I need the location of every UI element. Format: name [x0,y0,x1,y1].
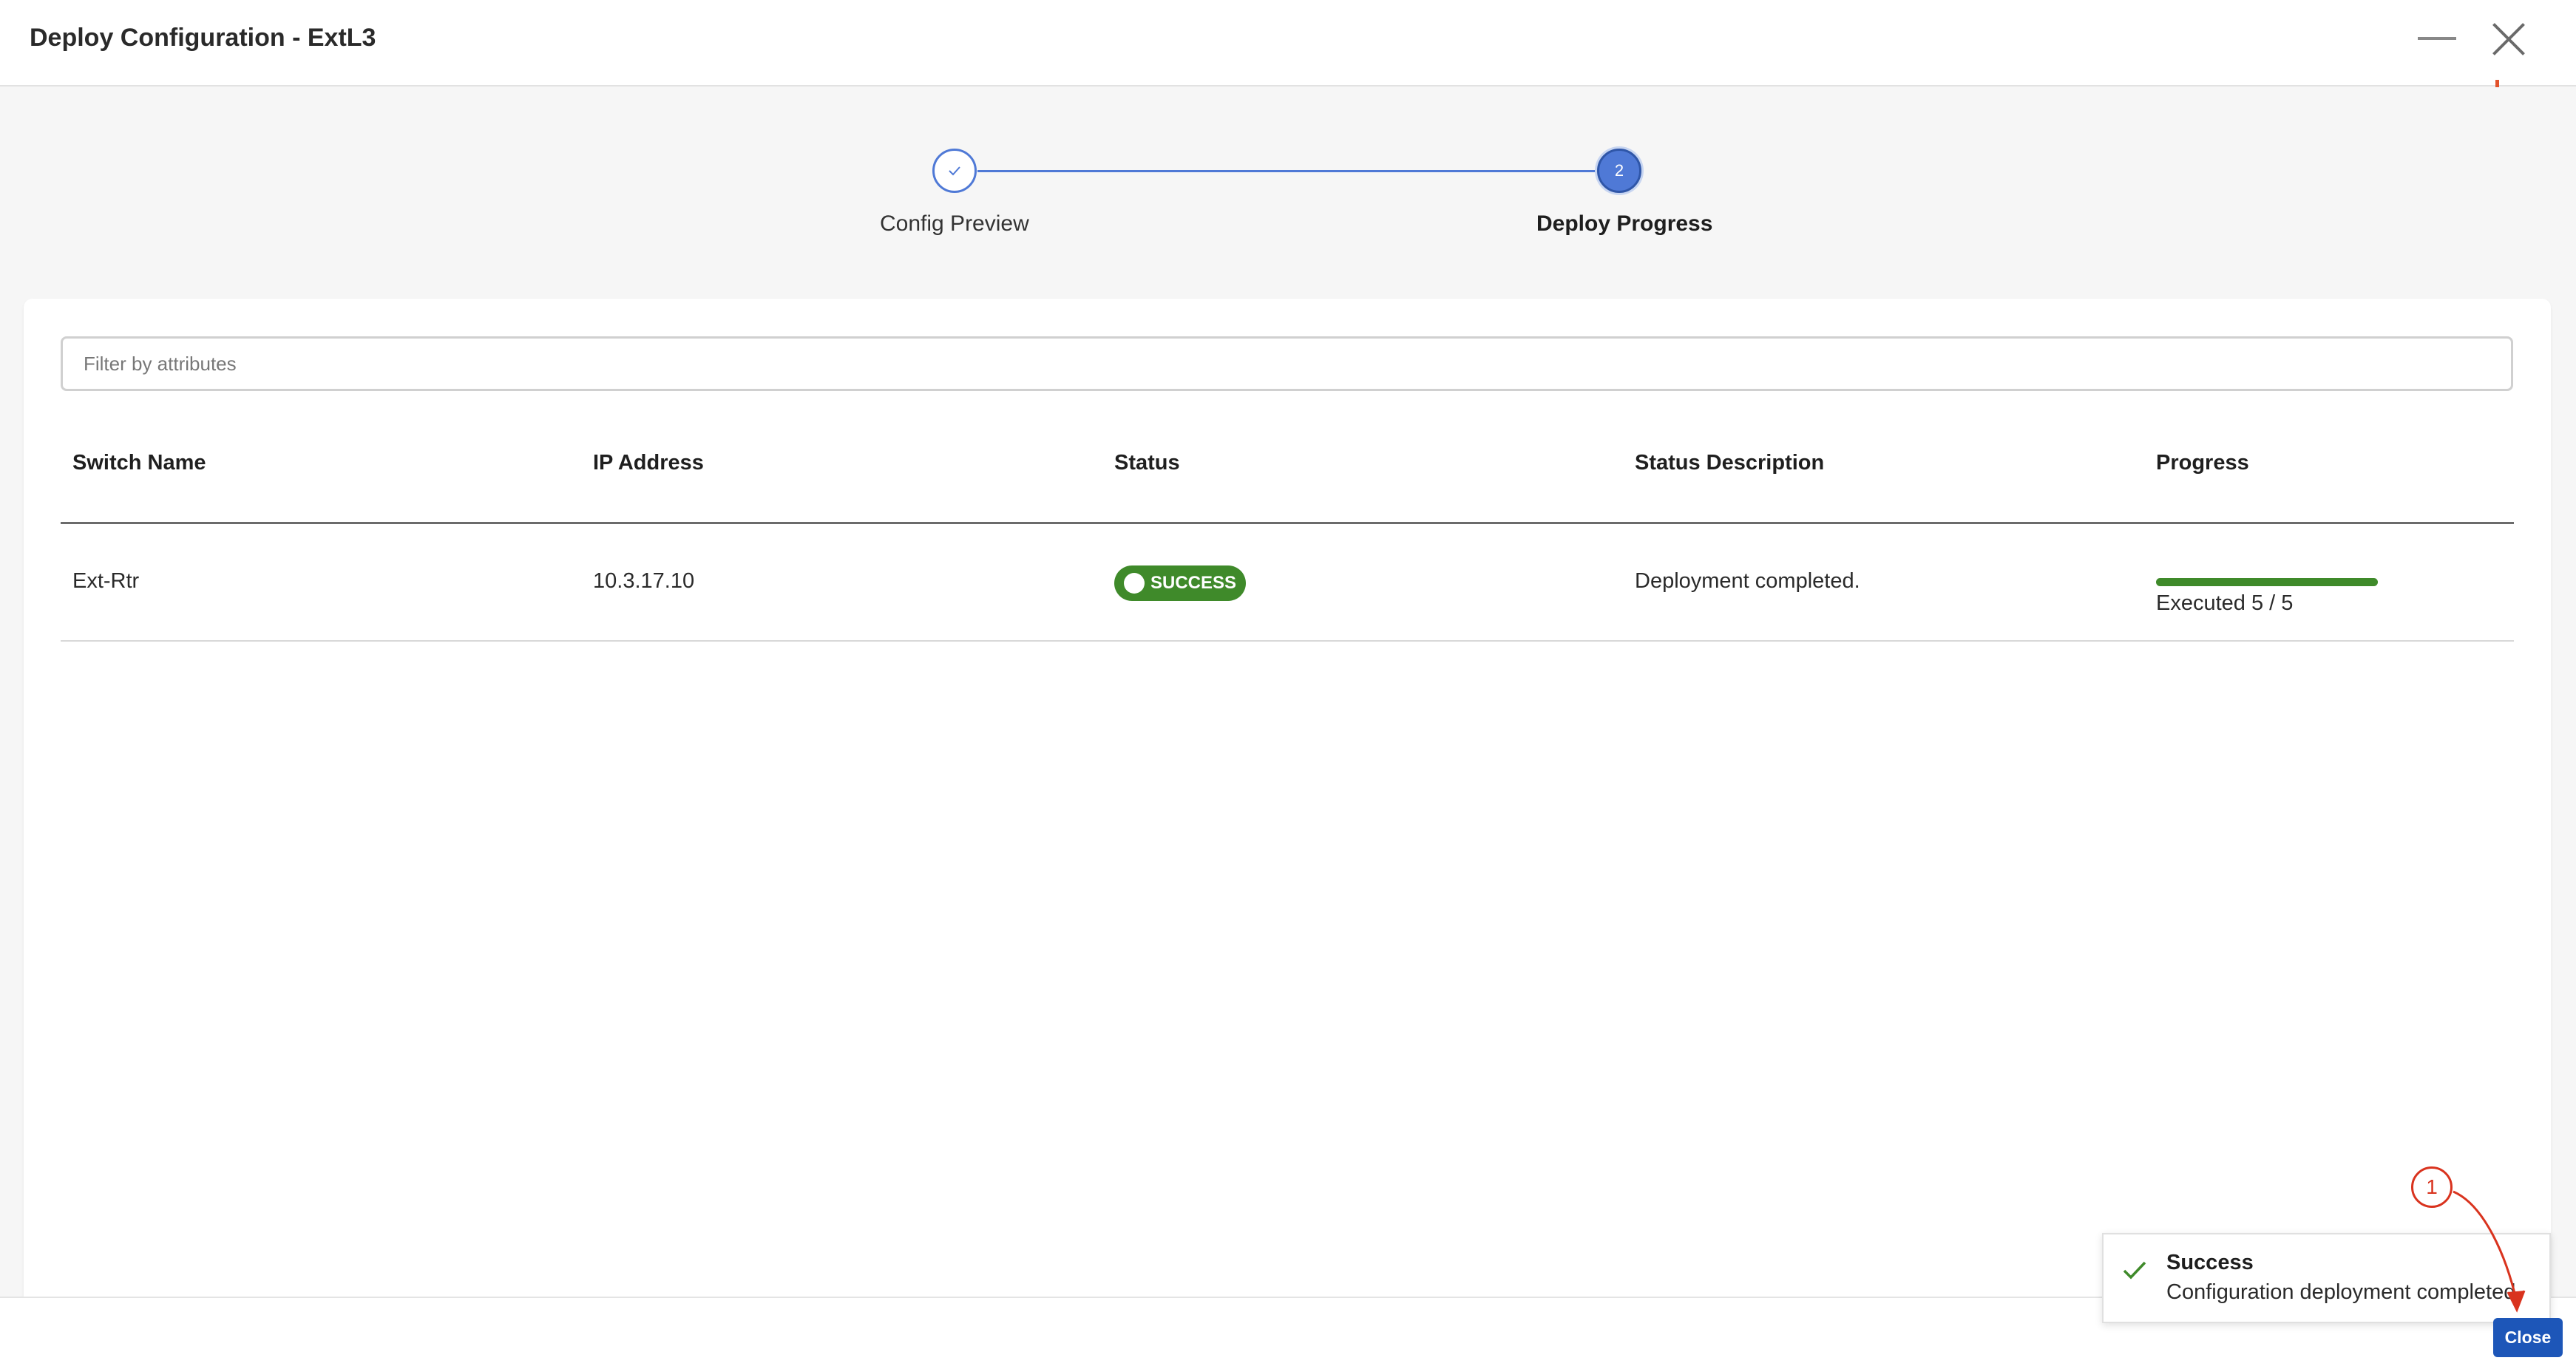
modal-title: Deploy Configuration - ExtL3 [30,24,376,52]
status-badge-label: SUCCESS [1150,573,1237,593]
status-dot-icon [1124,573,1145,594]
cell-switch-name: Ext-Rtr [72,569,140,593]
modal-header: Deploy Configuration - ExtL3 [0,0,2576,87]
close-icon[interactable] [2492,22,2526,56]
filter-input[interactable] [61,336,2513,391]
cell-status-description: Deployment completed. [1635,569,1860,593]
column-header-status[interactable]: Status [1114,451,1180,475]
close-button[interactable]: Close [2493,1318,2563,1357]
step-label-deploy-progress: Deploy Progress [1536,211,1713,236]
status-badge: SUCCESS [1114,565,1246,601]
toast-title: Success [2166,1251,2254,1274]
table-row-divider [61,640,2514,642]
toast-message: Configuration deployment completed. [2166,1280,2522,1304]
cell-ip-address: 10.3.17.10 [593,569,695,593]
minimize-icon[interactable] [2418,27,2456,49]
stepper-connector [977,170,1597,172]
column-header-ip-address[interactable]: IP Address [593,451,704,475]
progress-bar-fill [2156,578,2378,586]
step-label-config-preview: Config Preview [880,211,1029,236]
success-toast[interactable]: Success Configuration deployment complet… [2102,1233,2551,1323]
check-icon [2123,1261,2146,1280]
annotation-callout: 1 [2411,1166,2453,1208]
table-header-divider [61,522,2514,524]
column-header-switch-name[interactable]: Switch Name [72,451,206,475]
step-config-preview[interactable] [932,149,977,193]
column-header-progress[interactable]: Progress [2156,451,2249,475]
step-deploy-progress[interactable]: 2 [1597,149,1641,193]
step-number: 2 [1614,161,1624,180]
header-marker [2495,80,2499,87]
check-icon [949,166,960,176]
progress-text: Executed 5 / 5 [2156,591,2294,615]
progress-bar [2156,578,2378,586]
column-header-status-description[interactable]: Status Description [1635,451,1824,475]
